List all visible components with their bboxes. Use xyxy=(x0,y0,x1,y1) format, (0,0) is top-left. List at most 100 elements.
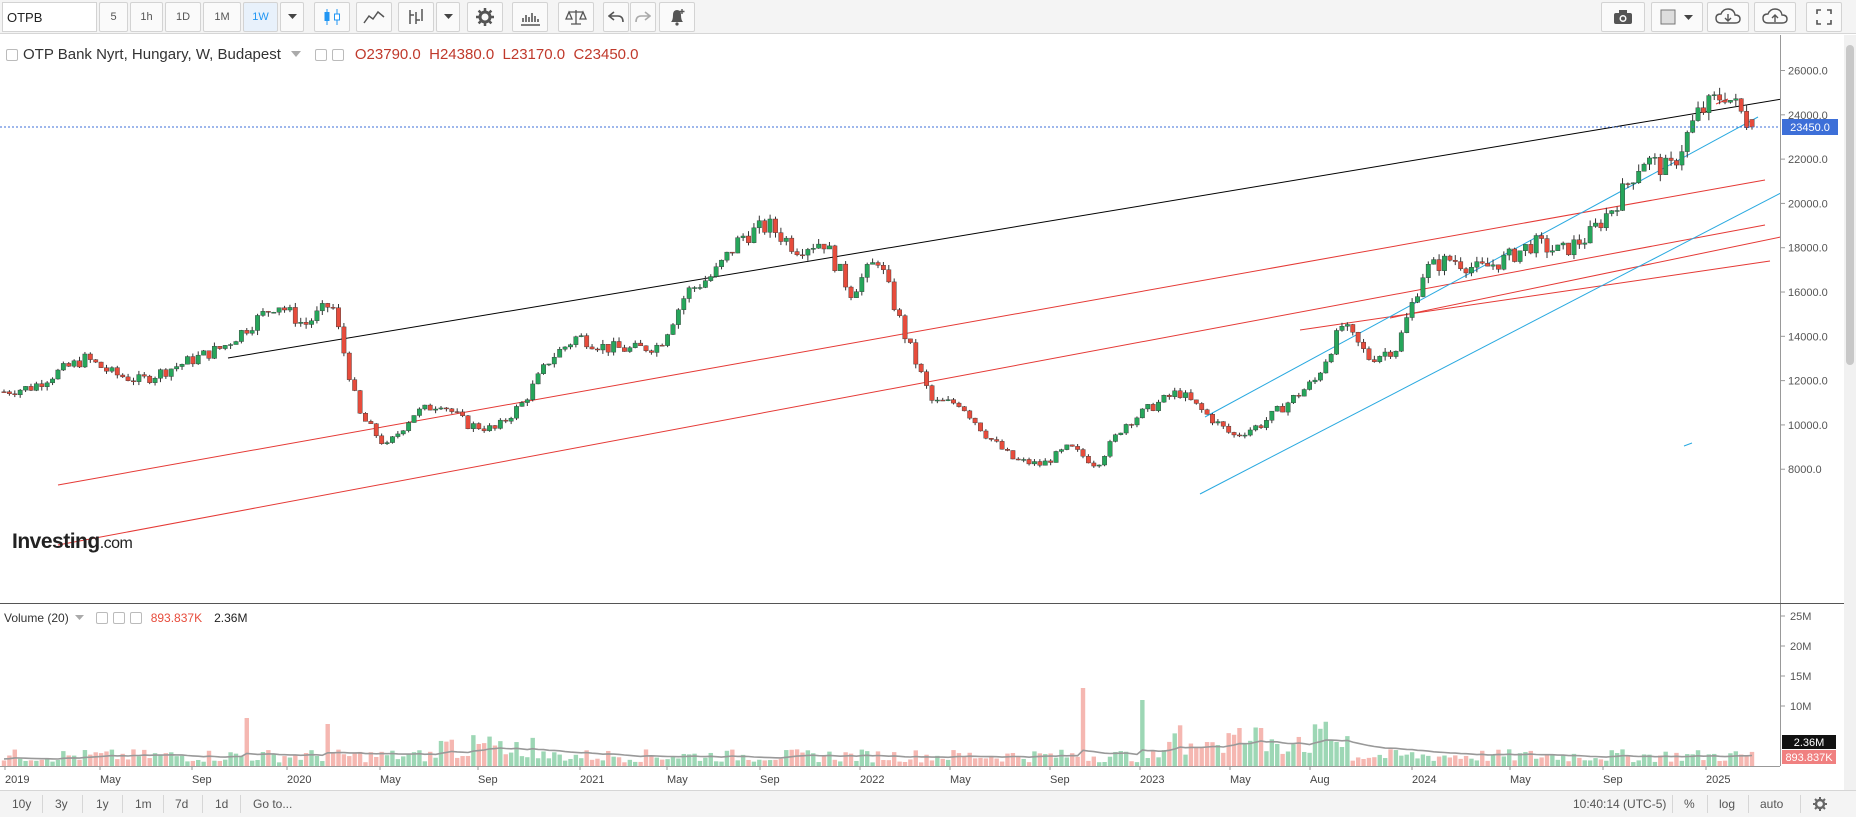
candle xyxy=(55,368,61,380)
screenshot-button[interactable] xyxy=(1601,2,1645,32)
settings-mini-icon[interactable] xyxy=(314,48,327,61)
range-3y-button[interactable]: 3y xyxy=(55,797,68,811)
hide-mini-icon[interactable] xyxy=(331,48,344,61)
candle-body xyxy=(1620,183,1625,211)
range-1d-button[interactable]: 1d xyxy=(215,797,228,811)
time-axis[interactable]: 2019 May Sep 2020 May Sep 2021 May Sep 2022 May Sep… xyxy=(0,766,1780,790)
blue-channel-lower[interactable] xyxy=(1199,154,1780,495)
candle xyxy=(902,314,908,344)
interval-1h-button[interactable]: 1h xyxy=(130,2,163,32)
volume-bar xyxy=(552,752,557,766)
percent-scale-toggle[interactable]: % xyxy=(1684,797,1695,811)
red-channel-2-lower[interactable] xyxy=(1299,260,1771,331)
volume-axis[interactable]: 25M 20M 15M 10M 2.36M 893.837K xyxy=(1780,604,1844,766)
candle-body xyxy=(918,363,924,372)
volume-title: Volume (20) xyxy=(4,611,69,625)
candle xyxy=(870,258,876,265)
volume-pane[interactable] xyxy=(0,604,1780,766)
log-scale-toggle[interactable]: log xyxy=(1719,797,1735,811)
candle-body xyxy=(1371,359,1377,362)
high-value: H24380.0 xyxy=(429,46,495,63)
compare-scale-button[interactable] xyxy=(558,2,594,32)
candle xyxy=(1571,235,1577,260)
auto-scale-toggle[interactable]: auto xyxy=(1760,797,1783,811)
candle-body xyxy=(1080,449,1086,457)
candle-body xyxy=(951,399,956,404)
interval-1w-button[interactable]: 1W xyxy=(243,2,278,32)
volume-bar xyxy=(541,751,546,766)
candle-body xyxy=(233,341,239,345)
logo-suffix: .com xyxy=(99,535,133,552)
symbol-input[interactable] xyxy=(2,2,97,32)
candle xyxy=(379,433,385,445)
indicators-button[interactable] xyxy=(398,2,434,32)
collapse-icon[interactable] xyxy=(6,48,18,61)
chevron-down-icon[interactable] xyxy=(290,51,301,58)
candle xyxy=(1749,119,1755,130)
candle-body xyxy=(1533,235,1539,254)
candle xyxy=(945,395,951,402)
candle-body xyxy=(848,286,854,298)
candle xyxy=(125,373,131,382)
alert-button[interactable] xyxy=(659,2,695,32)
candle-body xyxy=(1603,213,1609,229)
candle xyxy=(514,404,519,421)
candle-body xyxy=(821,243,827,250)
price-scrollbar[interactable] xyxy=(1844,35,1856,790)
interval-dropdown-button[interactable] xyxy=(280,2,304,32)
compare-button[interactable] xyxy=(356,2,392,32)
range-7d-button[interactable]: 7d xyxy=(175,797,188,811)
candle xyxy=(1096,464,1102,468)
save-cloud-button[interactable] xyxy=(1754,2,1796,32)
range-1y-button[interactable]: 1y xyxy=(96,797,109,811)
volume-bar xyxy=(1318,728,1323,766)
scrollbar-thumb[interactable] xyxy=(1846,45,1854,365)
price-pane[interactable] xyxy=(0,35,1780,603)
close-mini-icon[interactable] xyxy=(129,612,142,624)
indicators-dropdown-button[interactable] xyxy=(436,2,460,32)
fullscreen-button[interactable] xyxy=(1806,2,1842,32)
candle-body xyxy=(897,309,902,316)
last-price-label: 23450.0 xyxy=(1790,122,1830,134)
candle-body xyxy=(1231,432,1237,436)
candle xyxy=(1086,454,1091,464)
candle xyxy=(1404,312,1410,334)
goto-button[interactable]: Go to... xyxy=(253,797,292,811)
time-labels: 2019 May Sep 2020 May Sep 2021 May Sep 2022 May Sep… xyxy=(4,766,1730,786)
volume-bar xyxy=(266,750,271,766)
volume-bar xyxy=(1463,755,1469,766)
undo-button[interactable] xyxy=(603,2,629,32)
price-axis[interactable]: 26000.024000.022000.020000.018000.016000… xyxy=(1780,35,1844,603)
interval-5-button[interactable]: 5 xyxy=(99,2,128,32)
candle-body xyxy=(1420,277,1426,297)
time-tick-label: 2020 xyxy=(287,774,311,786)
price-legend: OTP Bank Nyrt, Hungary, W, Budapest O237… xyxy=(6,46,639,63)
studies-button[interactable] xyxy=(512,2,548,32)
candle xyxy=(1409,298,1415,321)
settings-mini-icon[interactable] xyxy=(95,612,108,624)
settings-button[interactable] xyxy=(467,2,503,32)
red-channel-lower[interactable] xyxy=(57,224,1766,546)
interval-1d-button[interactable]: 1D xyxy=(165,2,201,32)
candles-style-button[interactable] xyxy=(314,2,350,32)
gear-icon[interactable] xyxy=(1812,796,1828,812)
load-cloud-button[interactable] xyxy=(1707,2,1749,32)
candle xyxy=(1614,206,1620,217)
range-1m-button[interactable]: 1m xyxy=(135,797,152,811)
interval-1m-button[interactable]: 1M xyxy=(203,2,241,32)
volume-bar xyxy=(1253,727,1258,766)
range-10y-button[interactable]: 10y xyxy=(12,797,31,811)
chevron-down-icon[interactable] xyxy=(74,615,84,621)
volume-bar xyxy=(1204,742,1210,766)
hide-mini-icon[interactable] xyxy=(112,612,125,624)
red-channel-upper[interactable] xyxy=(57,179,1766,486)
candle xyxy=(578,333,584,338)
candle xyxy=(756,215,762,234)
candle xyxy=(60,361,66,371)
resistance-trendline[interactable] xyxy=(227,95,1780,359)
candle-body xyxy=(999,441,1005,450)
candle-body xyxy=(595,348,600,351)
redo-button[interactable] xyxy=(630,2,656,32)
layout-button[interactable] xyxy=(1651,2,1703,32)
candle xyxy=(821,243,827,254)
